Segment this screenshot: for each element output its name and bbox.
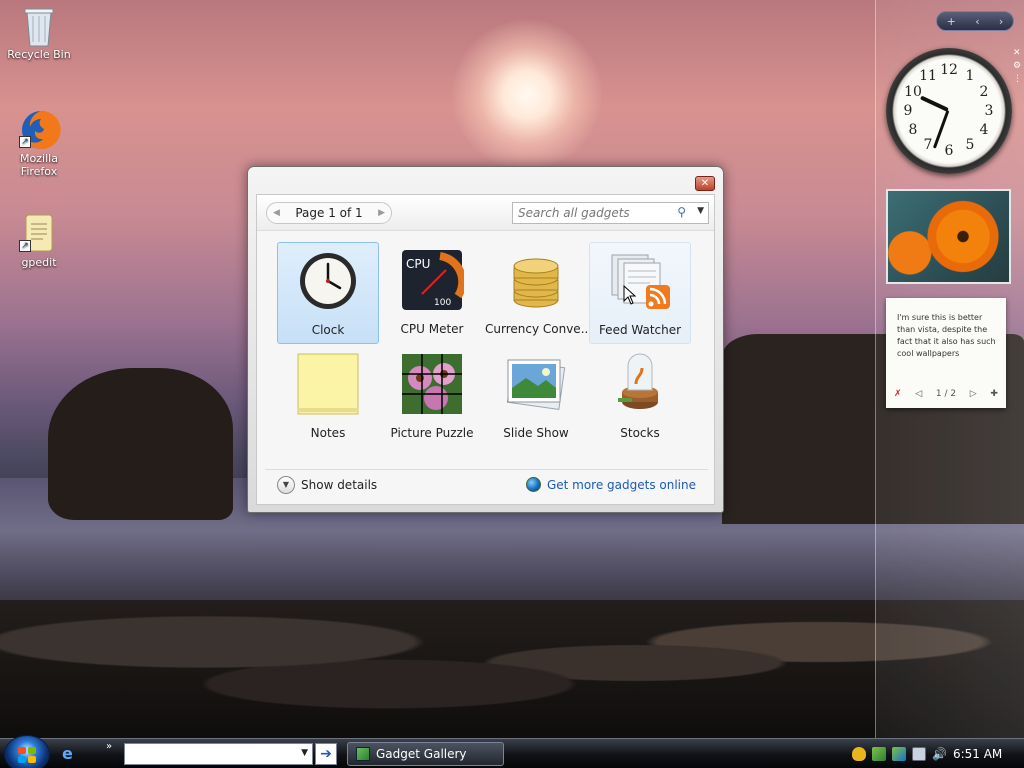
gallery-toolbar: ◀ Page 1 of 1 ▶ Search all gadgets ⚲ ▼ bbox=[257, 195, 714, 231]
taskbar-button-gadget-gallery[interactable]: Gadget Gallery bbox=[347, 742, 504, 766]
gallery-footer: ▼ Show details Get more gadgets online bbox=[265, 469, 708, 499]
svg-text:CPU: CPU bbox=[406, 257, 430, 271]
gadget-label: Clock bbox=[311, 323, 345, 337]
page-indicator: Page 1 of 1 bbox=[295, 206, 363, 220]
show-details-label: Show details bbox=[301, 477, 378, 492]
shortcut-arrow-icon: ↗ bbox=[19, 136, 31, 148]
show-details-button[interactable]: ▼ Show details bbox=[277, 475, 378, 494]
add-note-icon[interactable]: ✚ bbox=[990, 388, 998, 400]
delete-note-icon[interactable]: ✗ bbox=[894, 388, 902, 400]
network-icon[interactable] bbox=[912, 747, 926, 761]
clock-gadget[interactable]: 12 1 2 3 4 5 6 7 8 9 10 11 bbox=[886, 48, 1012, 174]
currency-icon bbox=[504, 248, 568, 312]
slideshow-gadget[interactable] bbox=[886, 189, 1011, 284]
sidebar-controls: + ‹ › bbox=[936, 11, 1014, 31]
wallpaper-foreground bbox=[0, 600, 1024, 740]
search-icon[interactable]: ⚲ bbox=[677, 205, 686, 219]
gadget-label: Stocks bbox=[620, 426, 660, 440]
quick-launch-more-icon[interactable]: » bbox=[106, 741, 112, 752]
search-placeholder: Search all gadgets bbox=[518, 206, 630, 220]
notes-icon bbox=[296, 352, 360, 416]
shortcut-arrow-icon: ↗ bbox=[19, 240, 31, 252]
notes-gadget[interactable]: I'm sure this is better than vista, desp… bbox=[886, 298, 1006, 408]
gadget-label: CPU Meter bbox=[400, 322, 464, 336]
close-button[interactable]: ✕ bbox=[695, 176, 715, 191]
note-text: I'm sure this is better than vista, desp… bbox=[897, 313, 996, 358]
gadget-gallery-window: ✕ ◀ Page 1 of 1 ▶ Search all gadgets ⚲ ▼… bbox=[247, 166, 724, 513]
desktop-icon-label: Recycle Bin bbox=[7, 48, 71, 61]
gadget-tile-feed-watcher[interactable]: Feed Watcher bbox=[589, 242, 691, 344]
note-page: 1 / 2 bbox=[935, 389, 957, 399]
gadget-label: Feed Watcher bbox=[598, 323, 682, 337]
note-next-icon[interactable]: ▷ bbox=[970, 388, 977, 400]
gadget-tile-cpu-meter[interactable]: CPU 100 CPU Meter bbox=[381, 242, 483, 344]
picture-puzzle-icon bbox=[400, 352, 464, 416]
taskbar-button-label: Gadget Gallery bbox=[376, 747, 467, 761]
desktop-icon-gpedit[interactable]: ↗ gpedit bbox=[1, 212, 77, 269]
chevron-down-icon[interactable]: ▼ bbox=[697, 206, 704, 216]
gadget-label: Picture Puzzle bbox=[390, 426, 474, 440]
start-button[interactable] bbox=[4, 735, 50, 768]
gadget-tile-slide-show[interactable]: Slide Show bbox=[485, 346, 587, 448]
windows-logo-icon bbox=[18, 747, 36, 763]
gadget-tile-clock[interactable]: Clock bbox=[277, 242, 379, 344]
wrench-icon[interactable]: ⚙ bbox=[1013, 61, 1024, 71]
gadget-tile-currency[interactable]: Currency Conve... bbox=[485, 242, 587, 344]
gadget-tile-notes[interactable]: Notes bbox=[277, 346, 379, 448]
desktop-icon-recycle-bin[interactable]: Recycle Bin bbox=[1, 4, 77, 61]
next-page-icon[interactable]: ▶ bbox=[378, 208, 385, 218]
stocks-icon bbox=[608, 352, 672, 416]
update-icon[interactable] bbox=[872, 747, 886, 761]
search-gadgets-input[interactable]: Search all gadgets ⚲ ▼ bbox=[512, 202, 709, 224]
network-status-icon[interactable] bbox=[892, 747, 906, 761]
volume-icon[interactable]: 🔊 bbox=[932, 747, 947, 761]
close-icon[interactable]: ✕ bbox=[1013, 48, 1024, 58]
get-more-gadgets-link[interactable]: Get more gadgets online bbox=[525, 477, 696, 492]
clock-icon bbox=[296, 249, 360, 313]
system-tray: 🔊 6:51 AM bbox=[852, 742, 1024, 766]
internet-explorer-icon[interactable]: e bbox=[62, 745, 80, 763]
desktop-icon-label: gpedit bbox=[21, 256, 57, 269]
gadget-toolbar: ✕ ⚙ ⋮ bbox=[1013, 48, 1024, 98]
gadget-tile-picture-puzzle[interactable]: Picture Puzzle bbox=[381, 346, 483, 448]
firefox-icon: ↗ bbox=[19, 108, 61, 149]
scroll-document-icon: ↗ bbox=[19, 212, 59, 252]
gadget-label: Slide Show bbox=[503, 426, 569, 440]
gadget-grid: Clock CPU 100 CPU Meter Currency Conve...… bbox=[277, 242, 697, 452]
feed-watcher-icon bbox=[608, 249, 672, 313]
sidebar-prev-button[interactable]: ‹ bbox=[975, 15, 979, 28]
add-gadget-button[interactable]: + bbox=[947, 15, 956, 28]
wallpaper-rock-left bbox=[48, 368, 233, 520]
chevron-down-icon[interactable]: ▼ bbox=[301, 748, 308, 758]
note-footer: ✗ ◁ 1 / 2 ▷ ✚ bbox=[894, 388, 998, 400]
address-bar-input[interactable]: ▼ bbox=[124, 743, 313, 765]
slide-show-icon bbox=[504, 352, 568, 416]
gallery-content: ◀ Page 1 of 1 ▶ Search all gadgets ⚲ ▼ C… bbox=[256, 194, 715, 505]
gadget-gallery-icon bbox=[356, 747, 370, 761]
get-more-label: Get more gadgets online bbox=[546, 477, 696, 492]
wallpaper-sun bbox=[452, 20, 602, 170]
sidebar-next-button[interactable]: › bbox=[999, 15, 1003, 28]
go-button[interactable]: ➔ bbox=[315, 743, 337, 765]
clock-time[interactable]: 6:51 AM bbox=[953, 747, 1002, 761]
note-prev-icon[interactable]: ◁ bbox=[915, 388, 922, 400]
security-shield-icon[interactable] bbox=[852, 747, 866, 761]
desktop-icon-label: Mozilla Firefox bbox=[20, 152, 58, 178]
cpu-meter-icon: CPU 100 bbox=[400, 248, 467, 312]
desktop-icon-firefox[interactable]: ↗ Mozilla Firefox bbox=[1, 108, 77, 178]
mouse-cursor-icon bbox=[623, 285, 637, 305]
gadget-label: Notes bbox=[310, 426, 346, 440]
globe-icon bbox=[525, 477, 541, 492]
page-navigator: ◀ Page 1 of 1 ▶ bbox=[266, 202, 392, 224]
clock-hour-hand bbox=[919, 95, 949, 112]
svg-text:100: 100 bbox=[434, 298, 451, 308]
drag-handle-icon[interactable]: ⋮ bbox=[1013, 74, 1024, 84]
gadget-tile-stocks[interactable]: Stocks bbox=[589, 346, 691, 448]
taskbar: e » ▼ ➔ Gadget Gallery 🔊 6:51 AM bbox=[0, 735, 1024, 768]
gadget-label: Currency Conve... bbox=[485, 322, 587, 336]
previous-page-icon[interactable]: ◀ bbox=[273, 208, 280, 218]
recycle-bin-icon bbox=[19, 4, 59, 47]
chevron-down-icon: ▼ bbox=[277, 475, 295, 494]
